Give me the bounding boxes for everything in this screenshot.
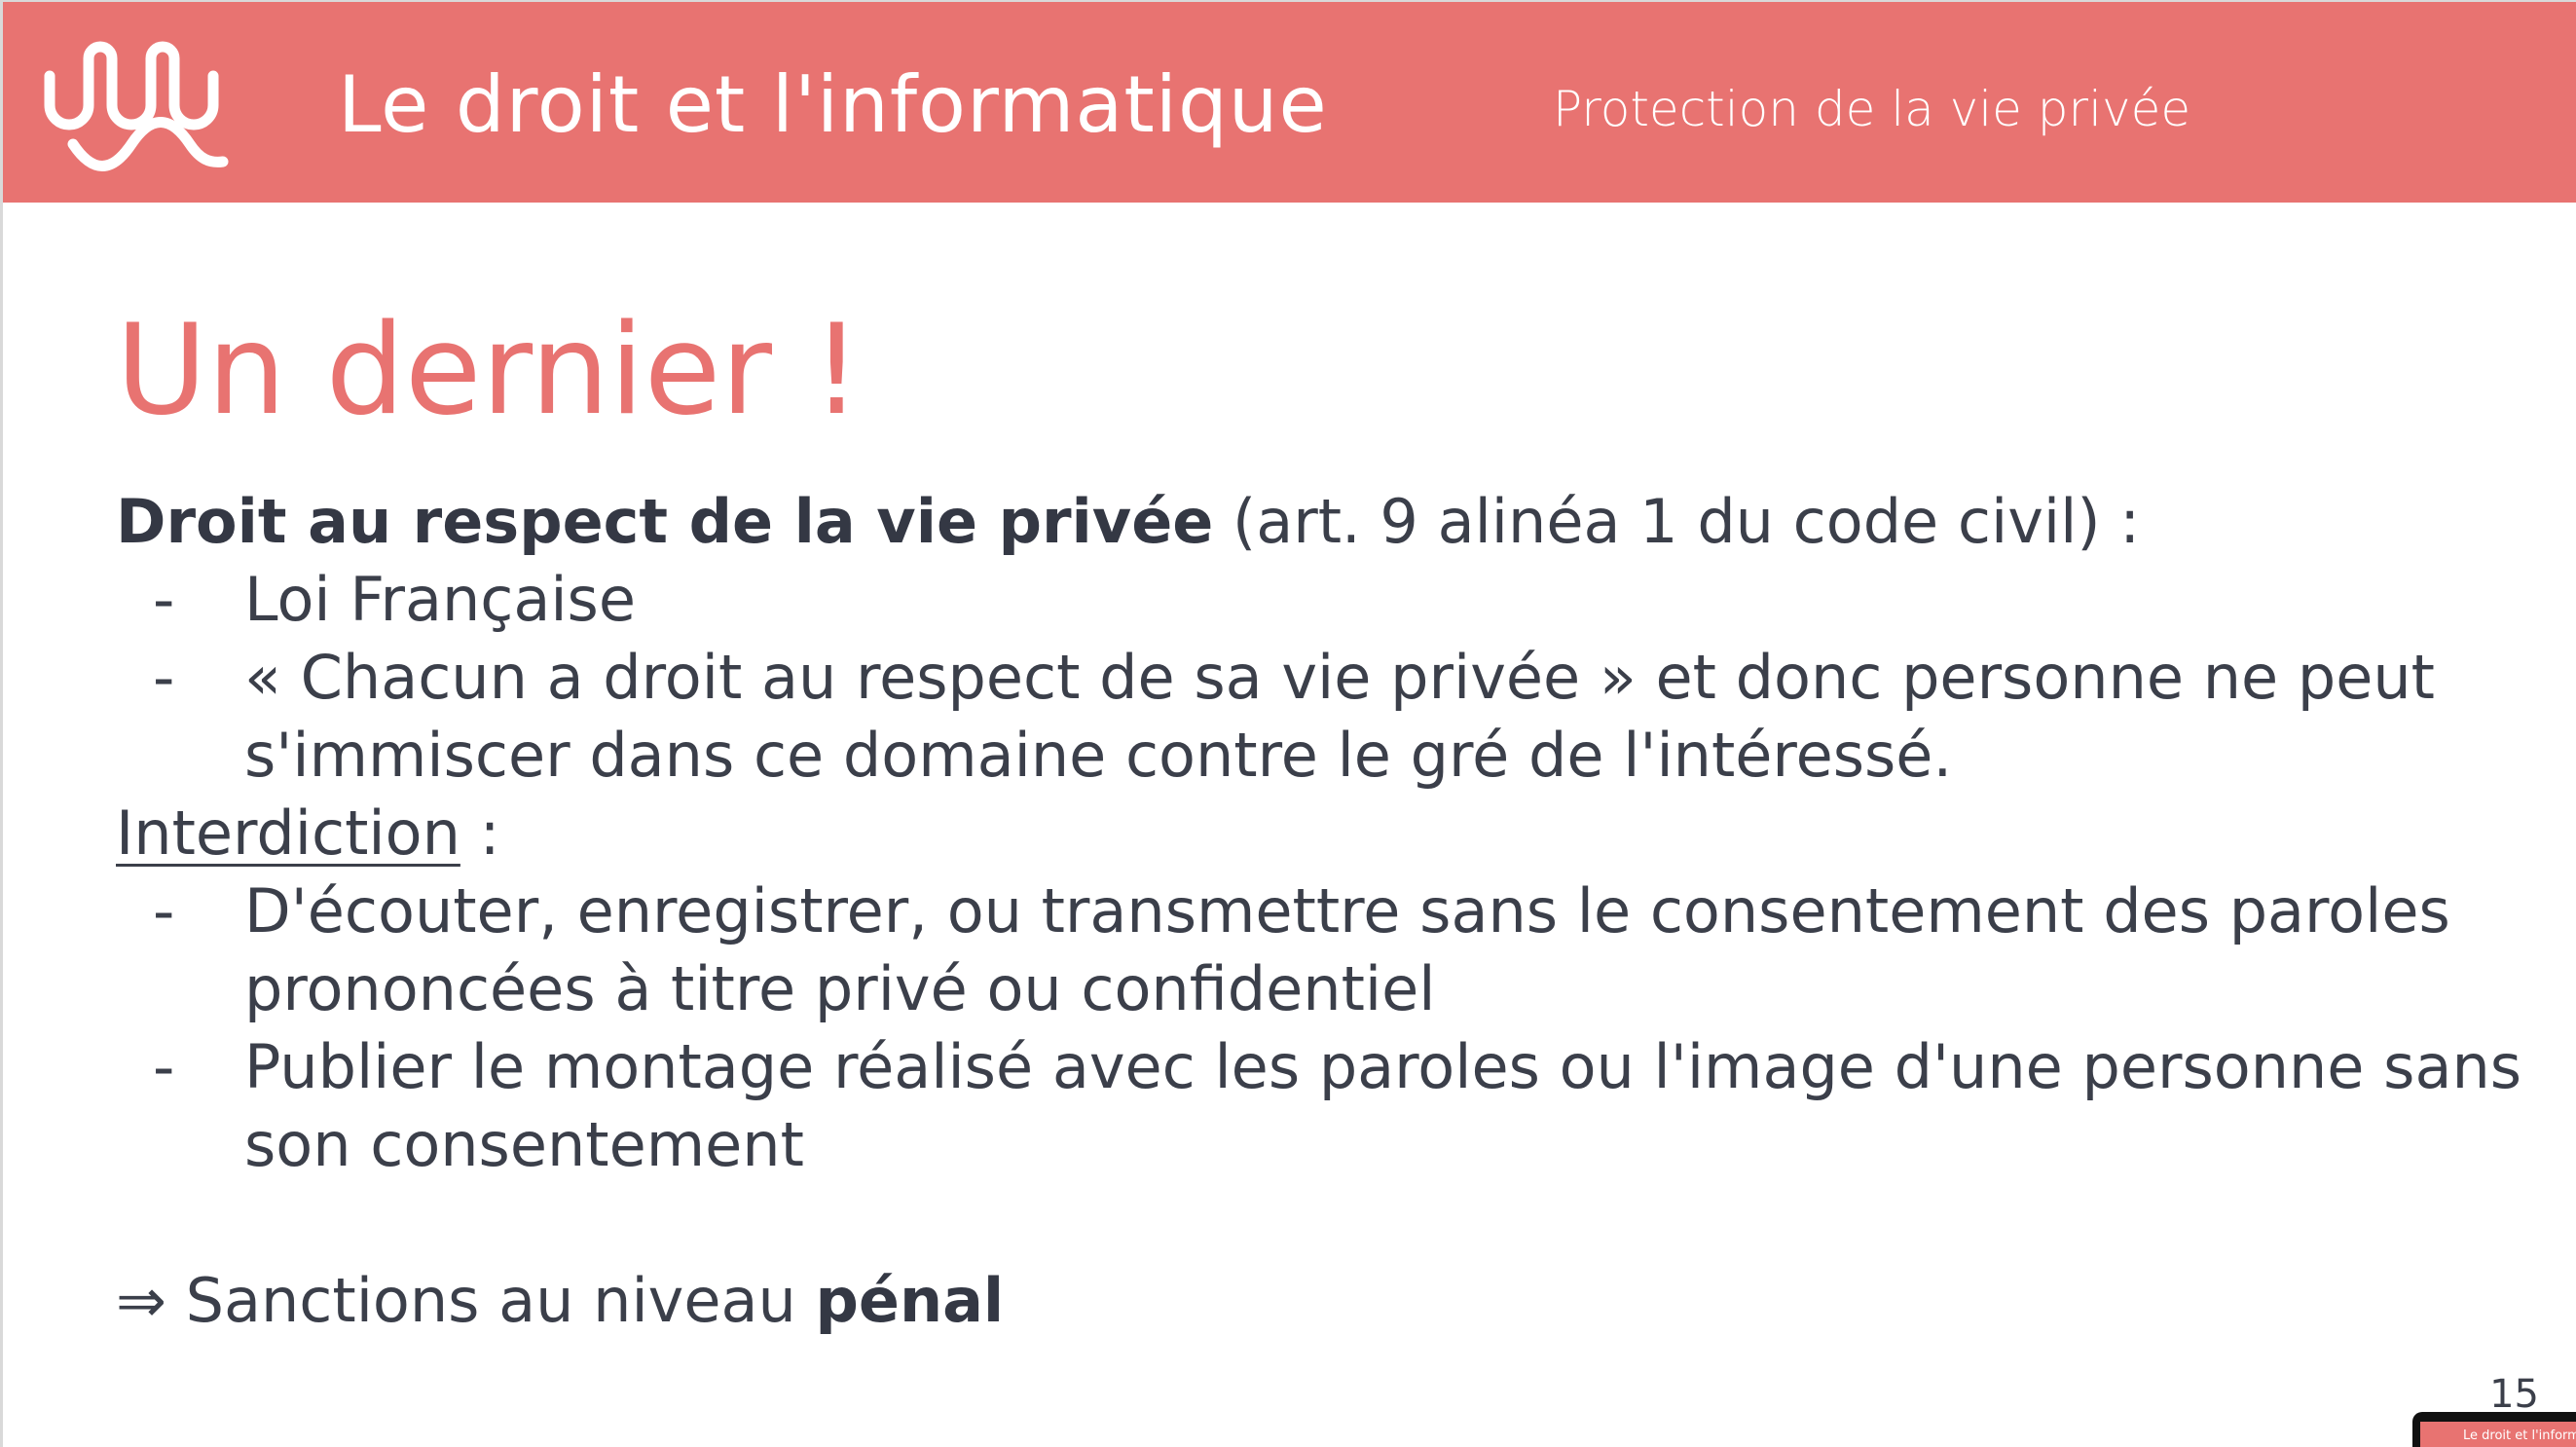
list-item-text: Loi Française	[244, 564, 637, 635]
bullet-dash: -	[153, 564, 175, 635]
slide: Le droit et l'informatique Protection de…	[0, 0, 2576, 1447]
list-item: - D'écouter, enregistrer, ou transmettre …	[116, 872, 2511, 950]
interdiction-line: Interdiction :	[116, 795, 2511, 872]
slide-body: Droit au respect de la vie privée (art. …	[116, 483, 2521, 1340]
bullet-dash: -	[153, 875, 175, 946]
list-item-continuation: s'immiscer dans ce domaine contre le gré…	[116, 717, 2511, 795]
list-item-text: son consentement	[244, 1109, 804, 1180]
list-item-text: Publier le montage réalisé avec les paro…	[244, 1031, 2522, 1102]
header-subtitle: Protection de la vie privée	[1553, 81, 2191, 137]
sanction-line: ⇒ Sanctions au niveau pénal	[116, 1262, 2511, 1340]
page-number: 15	[2489, 1372, 2539, 1417]
sanction-bold: pénal	[815, 1265, 1005, 1336]
interdiction-suffix: :	[460, 798, 500, 869]
list-item-text: s'immiscer dans ce domaine contre le gré…	[244, 720, 1953, 791]
wavy-logo-icon	[44, 41, 229, 171]
bullet-dash: -	[153, 1031, 175, 1102]
list-item: - Loi Française	[116, 561, 2511, 639]
list-item: - « Chacun a droit au respect de sa vie p…	[116, 639, 2511, 717]
bullet-dash: -	[153, 642, 175, 713]
list-item-text: « Chacun a droit au respect de sa vie pr…	[244, 642, 2435, 713]
list-item-text: D'écouter, enregistrer, ou transmettre s…	[244, 875, 2450, 946]
intro-rest: (art. 9 alinéa 1 du code civil) :	[1213, 486, 2141, 557]
slide-thumbnail[interactable]: Le droit et l'informatique	[2412, 1412, 2576, 1447]
intro-bold: Droit au respect de la vie privée	[116, 486, 1214, 557]
list-item: - Publier le montage réalisé avec les par…	[116, 1028, 2521, 1106]
implies-arrow-icon: ⇒	[116, 1265, 166, 1336]
list-item-text: prononcées à titre privé ou confidentiel	[244, 953, 1436, 1024]
slide-header: Le droit et l'informatique Protection de…	[3, 0, 2576, 203]
list-item-continuation: prononcées à titre privé ou confidentiel	[116, 950, 2511, 1028]
header-title: Le droit et l'informatique	[338, 59, 1328, 150]
interdiction-label: Interdiction	[116, 798, 460, 869]
sanction-text: Sanctions au niveau	[166, 1265, 816, 1336]
intro-line: Droit au respect de la vie privée (art. …	[116, 483, 2511, 561]
list-item-continuation: son consentement	[116, 1106, 2511, 1184]
thumbnail-label: Le droit et l'informatique	[2420, 1422, 2576, 1447]
slide-title: Un dernier !	[116, 298, 862, 443]
